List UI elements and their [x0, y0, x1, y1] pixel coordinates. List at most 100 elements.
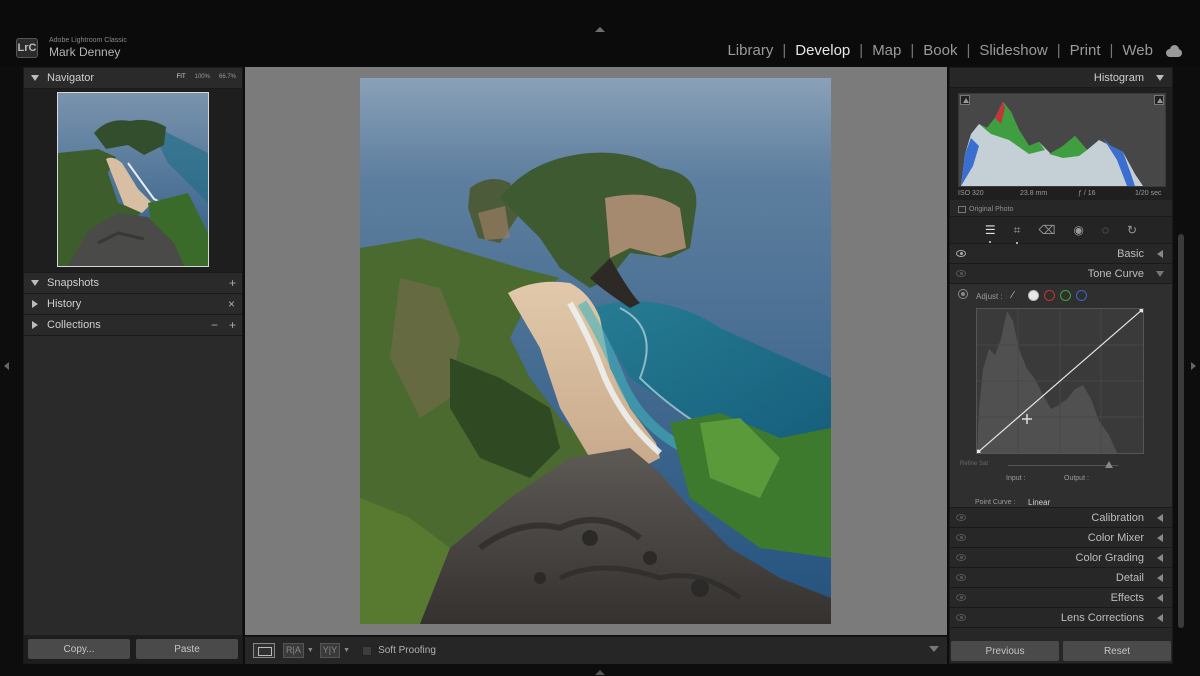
refine-saturation-knob[interactable] [1105, 461, 1113, 468]
point-curve-select[interactable]: Linear [1028, 498, 1050, 507]
left-panel-buttons: Copy... Paste [24, 635, 242, 663]
module-library[interactable]: Library [726, 42, 774, 59]
exif-aperture: ƒ / 16 [1078, 190, 1096, 197]
histogram-header[interactable]: Histogram [950, 68, 1172, 88]
green-channel-button[interactable] [1060, 290, 1071, 301]
color-mixer-section-header[interactable]: Color Mixer [950, 528, 1172, 548]
red-channel-button[interactable] [1044, 290, 1055, 301]
loupe-view-button[interactable] [253, 643, 275, 658]
main-photo[interactable] [360, 78, 831, 624]
eye-icon[interactable] [956, 574, 966, 581]
eye-icon[interactable] [956, 250, 966, 257]
detail-section-header[interactable]: Detail [950, 568, 1172, 588]
eye-icon[interactable] [956, 614, 966, 621]
healing-icon[interactable]: ⌫ [1038, 223, 1055, 237]
module-slideshow[interactable]: Slideshow [978, 42, 1048, 59]
edit-sliders-icon[interactable]: ☰ [985, 223, 996, 243]
eye-icon[interactable] [956, 534, 966, 541]
right-panel-scrollbar[interactable] [1178, 234, 1184, 628]
module-separator: | [1056, 42, 1061, 59]
develop-toolbar: R|A ▼ Y|Y ▼ Soft Proofing [245, 636, 947, 664]
zoom-fit[interactable]: FIT [177, 74, 186, 80]
effects-section-header[interactable]: Effects [950, 588, 1172, 608]
basic-section-header[interactable]: Basic [950, 244, 1172, 264]
clear-history-icon[interactable]: × [228, 297, 235, 311]
navigator-header[interactable]: Navigator FIT 100% 66.7% [24, 68, 242, 89]
right-panel: Histogram ISO 320 23.8 mm ƒ / 16 1/20 se… [949, 67, 1173, 664]
histogram-chart[interactable] [958, 93, 1166, 187]
crop-icon[interactable]: ⌗ [1014, 223, 1020, 244]
tone-curve-section-header[interactable]: Tone Curve [950, 264, 1172, 284]
split-dropdown-icon[interactable]: ▼ [343, 647, 350, 654]
toolbar-content-menu-icon[interactable] [929, 646, 939, 652]
before-after-dropdown-icon[interactable]: ▼ [307, 647, 314, 654]
soft-proofing-checkbox[interactable] [362, 645, 373, 656]
previous-button[interactable]: Previous [951, 641, 1059, 661]
eye-icon[interactable] [956, 554, 966, 561]
section-title: Calibration [1091, 512, 1144, 524]
calibration-section-header[interactable]: Calibration [950, 508, 1172, 528]
collapse-top-panel-arrow[interactable] [595, 27, 605, 32]
add-collection-icon[interactable]: + [229, 318, 236, 332]
highlight-clipping-indicator[interactable] [1154, 95, 1164, 105]
refine-saturation-slider[interactable] [1008, 465, 1118, 466]
snapshots-header[interactable]: Snapshots + [24, 273, 242, 294]
collapse-filmstrip-arrow[interactable] [595, 670, 605, 675]
collapse-right-panel-arrow[interactable] [1191, 362, 1196, 370]
module-book[interactable]: Book [922, 42, 958, 59]
shadow-clipping-indicator[interactable] [960, 95, 970, 105]
basic-title: Basic [1117, 248, 1144, 260]
section-title: Color Grading [1075, 552, 1144, 564]
module-map[interactable]: Map [871, 42, 902, 59]
zoom-66[interactable]: 66.7% [219, 74, 236, 80]
section-title: Detail [1115, 572, 1144, 584]
targeted-adjustment-icon[interactable] [958, 289, 968, 299]
copy-settings-button[interactable]: Copy... [28, 639, 130, 659]
cloud-icon[interactable] [1164, 44, 1184, 57]
exif-focal-length: 23.8 mm [1020, 190, 1048, 197]
original-photo-toggle[interactable]: Original Photo [958, 206, 1013, 213]
history-header[interactable]: History × [24, 294, 242, 315]
module-web[interactable]: Web [1121, 42, 1154, 59]
remove-collection-icon[interactable]: − [211, 318, 218, 332]
red-eye-icon[interactable]: ◉ [1073, 223, 1083, 237]
section-title: Color Mixer [1087, 532, 1144, 544]
parametric-curve-icon[interactable]: ∕ [1012, 290, 1023, 301]
collapse-left-panel-arrow[interactable] [4, 362, 9, 370]
section-title: Effects [1110, 592, 1144, 604]
zoom-100[interactable]: 100% [195, 74, 210, 80]
module-print[interactable]: Print [1069, 42, 1102, 59]
add-snapshot-icon[interactable]: + [229, 276, 236, 290]
reset-button[interactable]: Reset [1063, 641, 1171, 661]
before-after-split-button[interactable]: Y|Y [319, 643, 341, 658]
eye-icon[interactable] [956, 514, 966, 521]
eye-icon[interactable] [956, 594, 966, 601]
collections-header[interactable]: Collections − + [24, 315, 242, 336]
lightroom-window: LrC Adobe Lightroom Classic Mark Denney … [0, 0, 1200, 676]
eye-icon[interactable] [956, 270, 966, 277]
before-after-button[interactable]: R|A [283, 643, 304, 658]
module-separator: | [1109, 42, 1114, 59]
disclosure-open-icon [31, 75, 39, 81]
color-grading-section-header[interactable]: Color Grading [950, 548, 1172, 568]
lrc-logo: LrC [16, 38, 38, 58]
adjust-label: Adjust : [976, 292, 1003, 301]
module-develop[interactable]: Develop [794, 42, 851, 59]
exif-iso: ISO 320 [958, 190, 984, 197]
point-curve-label: Point Curve : [975, 499, 1016, 506]
disclosure-open-icon [1156, 75, 1164, 81]
reset-tool-icon[interactable]: ↻ [1127, 223, 1137, 237]
disclosure-closed-icon [1157, 534, 1163, 542]
tone-curve-graph[interactable] [976, 308, 1144, 454]
histogram-panel: ISO 320 23.8 mm ƒ / 16 1/20 sec Original… [950, 88, 1172, 213]
paste-settings-button[interactable]: Paste [136, 639, 238, 659]
identity-plate-bar: LrC Adobe Lightroom Classic Mark Denney … [0, 0, 1200, 66]
masking-icon[interactable]: ◌ [1102, 223, 1109, 237]
disclosure-closed-icon [1157, 554, 1163, 562]
output-label: Output : [1064, 475, 1089, 482]
history-title: History [47, 298, 82, 310]
navigator-thumbnail[interactable] [57, 92, 209, 267]
blue-channel-button[interactable] [1076, 290, 1087, 301]
lens-corrections-section-header[interactable]: Lens Corrections [950, 608, 1172, 628]
rgb-channel-button[interactable] [1028, 290, 1039, 301]
